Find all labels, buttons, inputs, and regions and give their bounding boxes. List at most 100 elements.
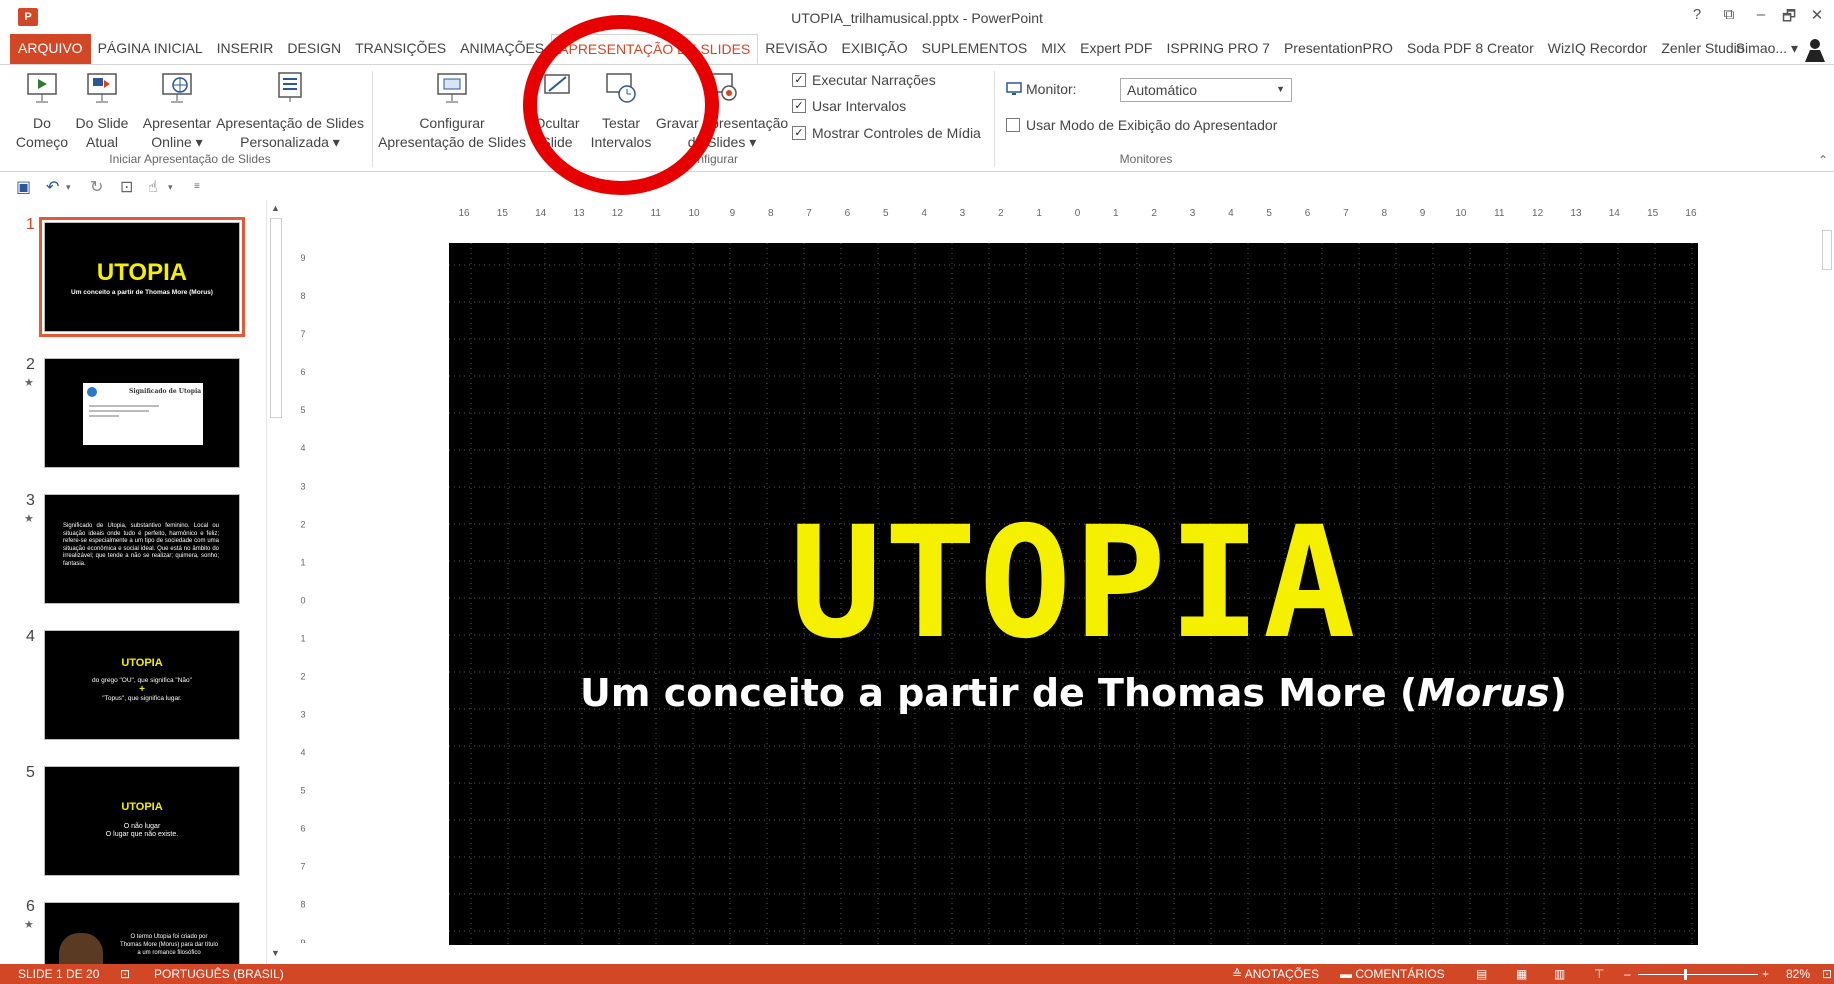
- zoom-slider[interactable]: [1638, 974, 1758, 975]
- normal-view-icon[interactable]: ▤: [1476, 967, 1487, 981]
- user-name[interactable]: Simao...: [1736, 40, 1787, 56]
- ruler-tick-label: 6: [300, 824, 305, 834]
- tab-pagina-inicial[interactable]: PÁGINA INICIAL: [91, 34, 210, 64]
- reading-view-icon[interactable]: ▥: [1554, 967, 1565, 981]
- group-label-monitors: Monitores: [1119, 152, 1173, 166]
- slide-thumbnail-1[interactable]: UTOPIA Um conceito a partir de Thomas Mo…: [39, 217, 245, 337]
- tab-transicoes[interactable]: TRANSIÇÕES: [348, 34, 453, 64]
- setup-slideshow-button[interactable]: Configurar Apresentação de Slides: [374, 71, 530, 152]
- group-separator: [372, 71, 373, 167]
- comments-button[interactable]: ▬ COMENTÁRIOS: [1340, 967, 1445, 981]
- tab-inserir[interactable]: INSERIR: [210, 34, 281, 64]
- tab-expert-pdf[interactable]: Expert PDF: [1073, 34, 1159, 64]
- ruler-tick-label: 4: [300, 443, 305, 453]
- start-from-beginning-icon[interactable]: ⊡: [120, 177, 133, 197]
- monitor-icon: [1006, 82, 1022, 95]
- ruler-tick-label: 2: [300, 519, 305, 529]
- slide-sorter-view-icon[interactable]: ▦: [1516, 967, 1527, 981]
- checkbox-checked-icon: ✓: [792, 126, 806, 140]
- title-bar: P UTOPIA_trilhamusical.pptx - PowerPoint…: [0, 0, 1834, 34]
- save-icon[interactable]: ▣: [16, 177, 31, 197]
- tab-mix[interactable]: MIX: [1034, 34, 1073, 64]
- undo-dropdown-icon[interactable]: ▾: [66, 182, 71, 193]
- slide-thumbnail-2[interactable]: Significado de Utopia: [44, 358, 240, 468]
- notes-button[interactable]: ≙ ANOTAÇÕES: [1232, 967, 1319, 981]
- tab-wiziq[interactable]: WizIQ Recordor: [1541, 34, 1655, 64]
- ruler-tick-label: 8: [1381, 208, 1387, 219]
- slide-thumbnail-6[interactable]: O termo Utopia foi criado por Thomas Mor…: [44, 902, 240, 964]
- slide-thumbnail-4[interactable]: UTOPIA do grego "OU", que significa "Não…: [44, 630, 240, 740]
- run-narrations-checkbox[interactable]: ✓ Executar Narrações: [792, 72, 936, 88]
- help-icon[interactable]: ?: [1684, 6, 1710, 23]
- checkbox-checked-icon: ✓: [792, 73, 806, 87]
- slide-counter: SLIDE 1 DE 20: [18, 967, 100, 981]
- redo-icon[interactable]: ↻: [90, 177, 103, 197]
- use-timings-label: Usar Intervalos: [812, 98, 907, 114]
- zoom-out-icon[interactable]: –: [1624, 967, 1631, 981]
- slide-thumbnail-5[interactable]: UTOPIA O não lugar O lugar que não exist…: [44, 766, 240, 876]
- from-beginning-button[interactable]: Do Começo: [12, 71, 72, 152]
- slide-thumbnail-3[interactable]: Significado de Utopia, substantivo femin…: [44, 494, 240, 604]
- fit-slide-icon[interactable]: ⊡: [1822, 967, 1832, 981]
- slide-scrollbar[interactable]: [1820, 200, 1834, 964]
- ruler-tick-label: 9: [300, 253, 305, 263]
- close-button[interactable]: ✕: [1804, 6, 1830, 24]
- spelling-check-icon[interactable]: ⊡: [120, 967, 130, 981]
- chevron-down-icon: ▼: [1276, 84, 1285, 94]
- restore-button[interactable]: 🗗: [1776, 6, 1802, 31]
- tab-design[interactable]: DESIGN: [280, 34, 348, 64]
- ruler-tick-label: 5: [300, 786, 305, 796]
- from-beginning-label-1: Do: [33, 115, 51, 131]
- tab-ispring[interactable]: ISPRING PRO 7: [1159, 34, 1276, 64]
- ruler-tick-label: 1: [1113, 208, 1119, 219]
- from-current-slide-button[interactable]: Do Slide Atual: [70, 71, 134, 152]
- tab-arquivo[interactable]: ARQUIVO: [10, 34, 91, 64]
- thumbnail-scrollbar[interactable]: ▲ ▼: [266, 200, 284, 964]
- slideshow-view-icon[interactable]: ⊤: [1594, 967, 1604, 981]
- language-indicator[interactable]: PORTUGUÊS (BRASIL): [154, 967, 284, 981]
- slide-canvas[interactable]: UTOPIA Um conceito a partir de Thomas Mo…: [449, 243, 1698, 945]
- use-timings-checkbox[interactable]: ✓ Usar Intervalos: [792, 98, 906, 114]
- thumbnail-number: 4: [26, 628, 35, 645]
- ruler-tick-label: 6: [1305, 208, 1311, 219]
- scroll-up-icon[interactable]: ▲: [271, 203, 280, 213]
- slide-subtitle[interactable]: Um conceito a partir de Thomas More (Mor…: [449, 671, 1698, 715]
- slide-title[interactable]: UTOPIA: [449, 507, 1698, 661]
- tab-suplementos[interactable]: SUPLEMENTOS: [915, 34, 1035, 64]
- ruler-tick-label: 9: [1420, 208, 1426, 219]
- thumbnail-number: 5: [26, 764, 35, 781]
- show-media-controls-checkbox[interactable]: ✓ Mostrar Controles de Mídia: [792, 125, 981, 141]
- customize-qat-icon[interactable]: ≡: [194, 181, 200, 192]
- zoom-in-icon[interactable]: +: [1762, 967, 1769, 981]
- tab-exibicao[interactable]: EXIBIÇÃO: [835, 34, 915, 64]
- ruler-tick-label: 5: [300, 405, 305, 415]
- monitor-label-row: Monitor:: [1006, 81, 1077, 97]
- quick-access-toolbar: ▣ ↶ ▾ ↻ ⊡ ☝ ▾ ≡: [0, 172, 1834, 200]
- tab-revisao[interactable]: REVISÃO: [758, 34, 834, 64]
- minimize-button[interactable]: –: [1748, 6, 1774, 23]
- slide-thumbnail-pane: 1 UTOPIA Um conceito a partir de Thomas …: [0, 200, 262, 964]
- user-avatar[interactable]: [1802, 36, 1828, 62]
- scrollbar-thumb[interactable]: [270, 218, 282, 418]
- custom-slideshow-button[interactable]: Apresentação de Slides Personalizada ▾: [214, 71, 366, 152]
- monitor-dropdown[interactable]: Automático ▼: [1120, 78, 1292, 102]
- ribbon-display-options-icon[interactable]: ⧉: [1716, 6, 1742, 23]
- touch-mode-icon[interactable]: ☝: [148, 177, 158, 197]
- ruler-tick-label: 5: [883, 208, 889, 219]
- thumbnail-title: UTOPIA: [121, 657, 163, 669]
- zoom-slider-thumb[interactable]: [1684, 969, 1687, 980]
- undo-icon[interactable]: ↶: [46, 177, 59, 197]
- tab-presentationpro[interactable]: PresentationPRO: [1277, 34, 1400, 64]
- tab-soda-pdf[interactable]: Soda PDF 8 Creator: [1400, 34, 1541, 64]
- scrollbar-thumb[interactable]: [1822, 230, 1832, 270]
- zoom-level[interactable]: 82%: [1786, 967, 1810, 981]
- touch-dropdown-icon[interactable]: ▾: [168, 182, 173, 193]
- scroll-down-icon[interactable]: ▼: [271, 948, 280, 958]
- present-online-button[interactable]: Apresentar Online ▾: [140, 71, 214, 152]
- collapse-ribbon-icon[interactable]: ⌃: [1818, 153, 1828, 167]
- animation-star-icon: ★: [24, 919, 34, 931]
- user-account-name[interactable]: Simao... ▾: [1736, 40, 1798, 57]
- checkbox-unchecked-icon: [1006, 118, 1020, 132]
- presenter-view-checkbox[interactable]: Usar Modo de Exibição do Apresentador: [1006, 117, 1277, 133]
- setup-slideshow-label-2: Apresentação de Slides: [378, 134, 526, 150]
